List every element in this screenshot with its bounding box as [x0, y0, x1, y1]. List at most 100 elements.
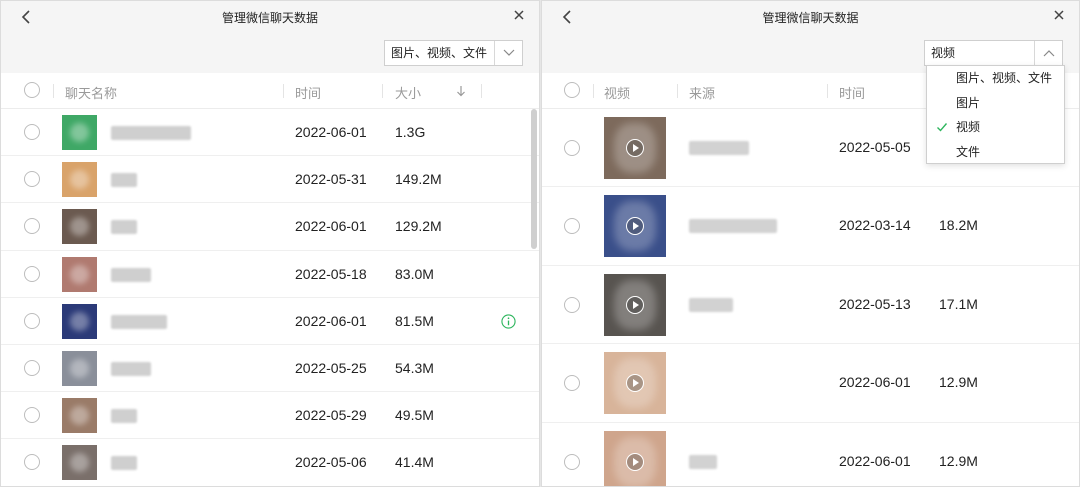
chat-avatar: [62, 350, 97, 386]
table-row[interactable]: 2022-05-06 41.4M: [1, 439, 539, 486]
video-rows: 2022-05-05 2022-03-14 18.2M 2022-05-13 17.1M…: [542, 109, 1079, 486]
divider: [283, 84, 284, 98]
col-time[interactable]: 时间: [295, 83, 321, 102]
dropdown-option[interactable]: 图片: [927, 91, 1064, 116]
row-date: 2022-05-05: [839, 139, 911, 155]
play-icon[interactable]: [626, 452, 644, 471]
close-icon[interactable]: [1049, 5, 1069, 25]
table-row[interactable]: 2022-05-31 149.2M: [1, 156, 539, 204]
table-row[interactable]: 2022-06-01 129.2M: [1, 203, 539, 251]
select-all-checkbox[interactable]: [24, 82, 40, 98]
left-window: 管理微信聊天数据 图片、视频、文件 聊天名称 时间 大小 2022-06-01 …: [0, 0, 540, 487]
chat-name-redacted: [111, 456, 137, 471]
avatar-detail: [70, 358, 89, 378]
row-date: 2022-05-06: [295, 454, 367, 471]
close-icon[interactable]: [509, 5, 529, 25]
row-size: 12.9M: [939, 452, 978, 469]
row-size: 49.5M: [395, 407, 434, 424]
play-icon[interactable]: [626, 139, 644, 157]
chat-avatar: [62, 115, 97, 150]
play-icon[interactable]: [626, 295, 644, 314]
check-icon: [937, 123, 948, 132]
row-checkbox[interactable]: [564, 375, 580, 392]
table-row[interactable]: 2022-06-01 1.3G: [1, 109, 539, 157]
dropdown-option-label: 图片、视频、文件: [956, 71, 1053, 85]
chat-name-redacted: [111, 220, 137, 235]
row-checkbox[interactable]: [564, 296, 580, 313]
dropdown-option-label: 文件: [956, 144, 981, 159]
source-redacted: [689, 454, 717, 469]
type-filter-select[interactable]: 图片、视频、文件: [384, 40, 523, 66]
table-row[interactable]: 2022-05-25 54.3M: [1, 345, 539, 393]
type-filter-select[interactable]: 视频: [924, 40, 1063, 66]
title-bar: 管理微信聊天数据: [1, 1, 539, 35]
row-checkbox[interactable]: [24, 407, 40, 424]
chevron-up-icon[interactable]: [1034, 41, 1062, 65]
row-size: 149.2M: [395, 171, 442, 188]
row-date: 2022-05-29: [295, 407, 367, 424]
row-checkbox[interactable]: [24, 171, 40, 188]
video-thumbnail[interactable]: [604, 117, 666, 179]
info-circle-icon[interactable]: [501, 314, 516, 329]
screenshot: 管理微信聊天数据 图片、视频、文件 聊天名称 时间 大小 2022-06-01 …: [0, 0, 1080, 487]
chat-name-redacted: [111, 409, 137, 424]
title-bar: 管理微信聊天数据: [542, 1, 1079, 35]
table-row[interactable]: 2022-06-01 81.5M: [1, 298, 539, 345]
avatar-detail: [70, 264, 89, 284]
table-row[interactable]: 2022-05-29 49.5M: [1, 392, 539, 440]
chat-avatar: [62, 162, 97, 198]
col-chat-name: 聊天名称: [65, 86, 118, 101]
chevron-down-icon[interactable]: [494, 41, 522, 65]
table-row[interactable]: 2022-05-18 83.0M: [1, 251, 539, 298]
row-date: 2022-05-25: [295, 359, 367, 376]
right-window: 管理微信聊天数据 视频 视频 来源 时间 2022-05-05 2022-03-1…: [541, 0, 1080, 487]
avatar-detail: [70, 406, 89, 426]
col-video: 视频: [604, 86, 631, 101]
table-row[interactable]: 2022-03-14 18.2M: [542, 187, 1079, 266]
video-thumbnail[interactable]: [604, 195, 666, 258]
row-date: 2022-05-31: [295, 171, 367, 188]
avatar-detail: [70, 170, 89, 190]
video-thumbnail[interactable]: [604, 352, 666, 415]
dropdown-option[interactable]: 文件: [927, 140, 1064, 165]
row-size: 83.0M: [395, 265, 434, 282]
row-checkbox[interactable]: [24, 218, 40, 235]
chat-rows: 2022-06-01 1.3G 2022-05-31 149.2M 2022-06-01…: [1, 109, 539, 486]
row-checkbox[interactable]: [564, 453, 580, 470]
window-title: 管理微信聊天数据: [221, 11, 318, 25]
table-header: 聊天名称 时间 大小: [1, 73, 539, 109]
row-size: 81.5M: [395, 312, 434, 329]
row-date: 2022-06-01: [295, 312, 367, 329]
row-date: 2022-06-01: [295, 124, 367, 140]
divider: [827, 84, 828, 98]
row-checkbox[interactable]: [24, 265, 40, 282]
dropdown-option[interactable]: 视频: [927, 115, 1064, 140]
video-thumbnail[interactable]: [604, 430, 666, 486]
chat-name-redacted: [111, 173, 137, 188]
scrollbar[interactable]: [531, 109, 537, 249]
dropdown-option[interactable]: 图片、视频、文件: [927, 66, 1064, 91]
row-checkbox[interactable]: [24, 124, 40, 140]
row-size: 41.4M: [395, 454, 434, 471]
arrow-down-icon[interactable]: [456, 85, 466, 97]
table-row[interactable]: 2022-06-01 12.9M: [542, 344, 1079, 423]
row-date: 2022-06-01: [839, 452, 911, 469]
dropdown-option-label: 视频: [956, 120, 981, 134]
row-checkbox[interactable]: [24, 312, 40, 329]
col-time[interactable]: 时间: [839, 83, 865, 102]
chat-name-redacted: [111, 267, 151, 282]
avatar-detail: [70, 123, 89, 142]
row-checkbox[interactable]: [564, 140, 580, 156]
row-checkbox[interactable]: [24, 359, 40, 376]
table-row[interactable]: 2022-06-01 12.9M: [542, 423, 1079, 486]
table-row[interactable]: 2022-05-13 17.1M: [542, 266, 1079, 345]
row-checkbox[interactable]: [24, 454, 40, 471]
filter-value: 图片、视频、文件: [391, 46, 488, 60]
chat-avatar: [62, 209, 97, 245]
row-checkbox[interactable]: [564, 218, 580, 235]
video-thumbnail[interactable]: [604, 273, 666, 336]
select-all-checkbox[interactable]: [564, 82, 580, 98]
chat-name-redacted: [111, 314, 167, 329]
chat-list: 聊天名称 时间 大小 2022-06-01 1.3G 2022-05-31 149.2…: [1, 73, 539, 486]
col-size[interactable]: 大小: [395, 83, 421, 102]
